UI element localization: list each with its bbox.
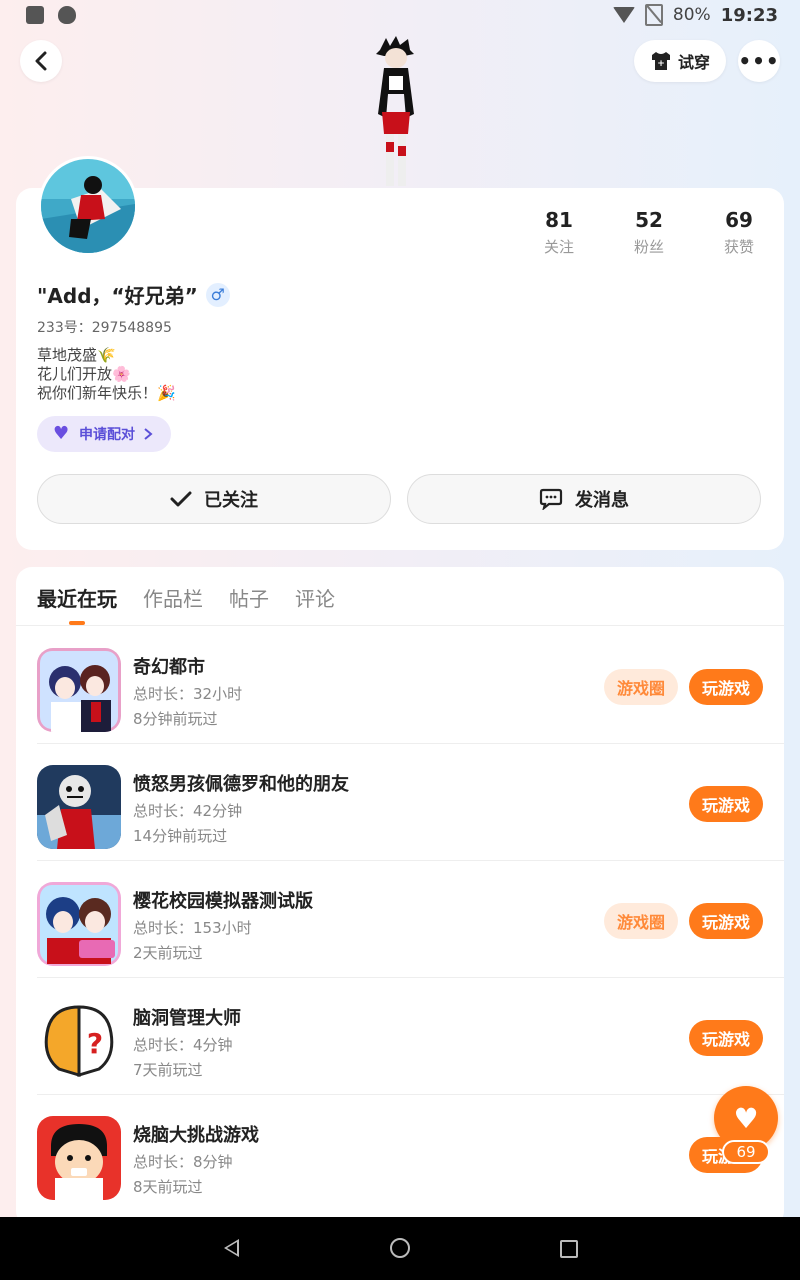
game-row[interactable]: 烧脑大挑战游戏 总时长：8分钟 8天前玩过 玩游戏 — [37, 1095, 784, 1212]
user-name-text: "Add，“好兄弟” — [37, 284, 198, 308]
profile-card: 81 关注 52 粉丝 69 获赞 "Add，“好兄弟” ♂ 233号：2975… — [16, 188, 784, 550]
stat-value: 52 — [635, 208, 663, 232]
game-title: 樱花校园模拟器测试版 — [133, 891, 313, 912]
stat-label: 获赞 — [723, 238, 754, 256]
game-icon-image: ? — [37, 999, 121, 1083]
user-name: "Add，“好兄弟” ♂ — [37, 280, 230, 309]
stat-label: 关注 — [543, 238, 574, 256]
game-icon — [37, 1116, 121, 1200]
game-icon-image — [37, 882, 121, 966]
like-count-badge: 69 — [722, 1140, 770, 1164]
system-nav-bar — [0, 1217, 800, 1280]
nav-recents-icon[interactable] — [560, 1240, 578, 1258]
stat-value: 81 — [545, 208, 573, 232]
game-title: 烧脑大挑战游戏 — [133, 1125, 259, 1146]
chat-bubble-icon — [539, 488, 563, 510]
play-game-button[interactable]: 玩游戏 — [689, 786, 763, 822]
check-icon — [170, 491, 192, 507]
stat-value: 69 — [725, 208, 753, 232]
following-button[interactable]: 已关注 — [37, 474, 391, 524]
svg-text:+: + — [657, 59, 665, 69]
game-title: 脑洞管理大师 — [133, 1008, 241, 1029]
clock: 19:23 — [720, 4, 778, 26]
game-icon — [37, 765, 121, 849]
profile-tabs: 最近在玩 作品栏 帖子 评论 — [37, 583, 335, 625]
avatar[interactable] — [38, 156, 138, 256]
game-last-played: 7天前玩过 — [133, 1061, 203, 1079]
nav-home-icon[interactable] — [390, 1238, 410, 1258]
nav-back-icon[interactable] — [224, 1239, 239, 1257]
following-label: 已关注 — [204, 490, 258, 511]
profile-stats: 81 关注 52 粉丝 69 获赞 — [514, 208, 784, 257]
game-duration: 总时长：8分钟 — [133, 1153, 233, 1171]
bio-line: 草地茂盛🌾 — [37, 346, 116, 364]
game-row[interactable]: 奇幻都市 总时长：32小时 8分钟前玩过 游戏圈 玩游戏 — [37, 627, 784, 744]
avatar-image — [41, 159, 135, 253]
user-bio: 草地茂盛🌾 花儿们开放🌸 祝你们新年快乐！🎉 — [37, 346, 176, 403]
app-notification-icon — [58, 6, 76, 24]
try-on-button[interactable]: + 试穿 — [634, 40, 726, 82]
more-options-button[interactable]: ••• — [738, 40, 780, 82]
pairing-label: 申请配对 — [79, 427, 135, 443]
stat-label: 粉丝 — [633, 238, 664, 256]
recent-games-card: 最近在玩 作品栏 帖子 评论 奇幻都市 总时长：32小时 8分钟前玩过 游戏圈 … — [16, 567, 784, 1227]
shirt-icon: + — [651, 52, 670, 70]
hearts-icon: ♥ — [53, 423, 70, 444]
heart-icon: ♥ — [733, 1101, 759, 1135]
user-id: 233号：297548895 — [37, 320, 172, 336]
tab-comments[interactable]: 评论 — [295, 583, 335, 612]
svg-text:?: ? — [87, 1027, 103, 1060]
character-figure-image — [376, 36, 414, 186]
game-row[interactable]: 愤怒男孩佩德罗和他的朋友 总时长：42分钟 14分钟前玩过 玩游戏 — [37, 744, 784, 861]
game-last-played: 2天前玩过 — [133, 944, 203, 962]
game-last-played: 14分钟前玩过 — [133, 827, 228, 845]
game-icon — [37, 882, 121, 966]
bio-line: 花儿们开放🌸 — [37, 365, 131, 383]
game-last-played: 8分钟前玩过 — [133, 710, 218, 728]
game-icon-image — [37, 765, 121, 849]
game-icon-image — [37, 1116, 121, 1200]
tab-works[interactable]: 作品栏 — [143, 583, 203, 612]
male-gender-icon: ♂ — [205, 282, 230, 307]
status-bar: 80% 19:23 — [0, 0, 800, 34]
tabs-divider — [16, 625, 784, 626]
back-button[interactable] — [20, 40, 62, 82]
game-duration: 总时长：32小时 — [133, 685, 243, 703]
chevron-left-icon — [35, 51, 47, 71]
no-sim-icon — [644, 4, 663, 26]
more-dots-icon: ••• — [738, 49, 780, 73]
send-message-button[interactable]: 发消息 — [407, 474, 761, 524]
game-title: 奇幻都市 — [133, 657, 205, 678]
play-game-button[interactable]: 玩游戏 — [689, 1020, 763, 1056]
chevron-right-icon — [144, 428, 153, 440]
game-title: 愤怒男孩佩德罗和他的朋友 — [133, 774, 349, 795]
play-game-button[interactable]: 玩游戏 — [689, 669, 763, 705]
game-duration: 总时长：4分钟 — [133, 1036, 233, 1054]
bio-line: 祝你们新年快乐！🎉 — [37, 384, 176, 402]
stat-likes[interactable]: 69 获赞 — [694, 208, 784, 257]
request-pairing-button[interactable]: ♥ 申请配对 — [37, 416, 171, 452]
game-row[interactable]: 樱花校园模拟器测试版 总时长：153小时 2天前玩过 游戏圈 玩游戏 — [37, 861, 784, 978]
wifi-icon — [612, 7, 635, 23]
game-duration: 总时长：153小时 — [133, 919, 252, 937]
game-icon — [37, 648, 121, 732]
battery-percent: 80% — [672, 5, 711, 25]
game-duration: 总时长：42分钟 — [133, 802, 243, 820]
gallery-notification-icon — [26, 6, 44, 24]
game-last-played: 8天前玩过 — [133, 1178, 203, 1196]
message-label: 发消息 — [575, 490, 629, 511]
game-icon: ? — [37, 999, 121, 1083]
play-game-button[interactable]: 玩游戏 — [689, 903, 763, 939]
game-circle-button[interactable]: 游戏圈 — [604, 903, 678, 939]
try-on-label: 试穿 — [677, 53, 710, 72]
stat-fans[interactable]: 52 粉丝 — [604, 208, 694, 257]
game-icon-image — [37, 648, 121, 732]
game-row[interactable]: ? 脑洞管理大师 总时长：4分钟 7天前玩过 玩游戏 — [37, 978, 784, 1095]
tab-posts[interactable]: 帖子 — [229, 583, 269, 612]
game-circle-button[interactable]: 游戏圈 — [604, 669, 678, 705]
stat-following[interactable]: 81 关注 — [514, 208, 604, 257]
tab-recently-played[interactable]: 最近在玩 — [37, 583, 117, 625]
